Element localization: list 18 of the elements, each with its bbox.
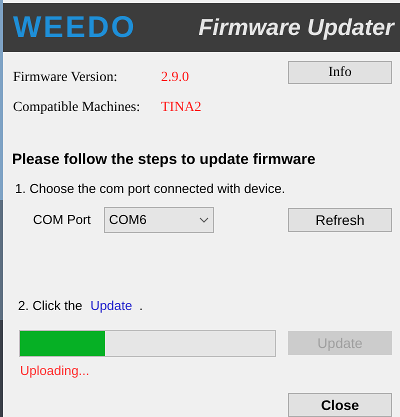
- step-text: 2. Click the: [18, 297, 82, 315]
- info-value: 2.9.0: [161, 69, 189, 87]
- period-text: .: [139, 297, 143, 315]
- info-button[interactable]: Info: [288, 61, 392, 84]
- logo: WEEDO: [13, 12, 136, 42]
- step1.refresh-button[interactable]: Refresh: [288, 208, 392, 232]
- port-label: COM Port: [33, 211, 92, 230]
- info-label: Compatible Machines:: [13, 99, 142, 117]
- steps-heading: Please follow the steps to update firmware: [11, 150, 316, 170]
- close-button[interactable]: Close: [288, 393, 392, 417]
- window-title: Firmware Updater: [198, 13, 394, 42]
- port-dropdown[interactable]: COM6: [104, 207, 214, 233]
- info-value: TINA2: [161, 99, 202, 117]
- chevron-down-icon: [199, 217, 209, 223]
- info-label: Firmware Version:: [13, 69, 118, 87]
- update-link[interactable]: Update: [90, 296, 132, 316]
- step-text: 1. Choose the com port connected with device.: [14, 180, 286, 198]
- status-text: Uploading...: [19, 362, 90, 380]
